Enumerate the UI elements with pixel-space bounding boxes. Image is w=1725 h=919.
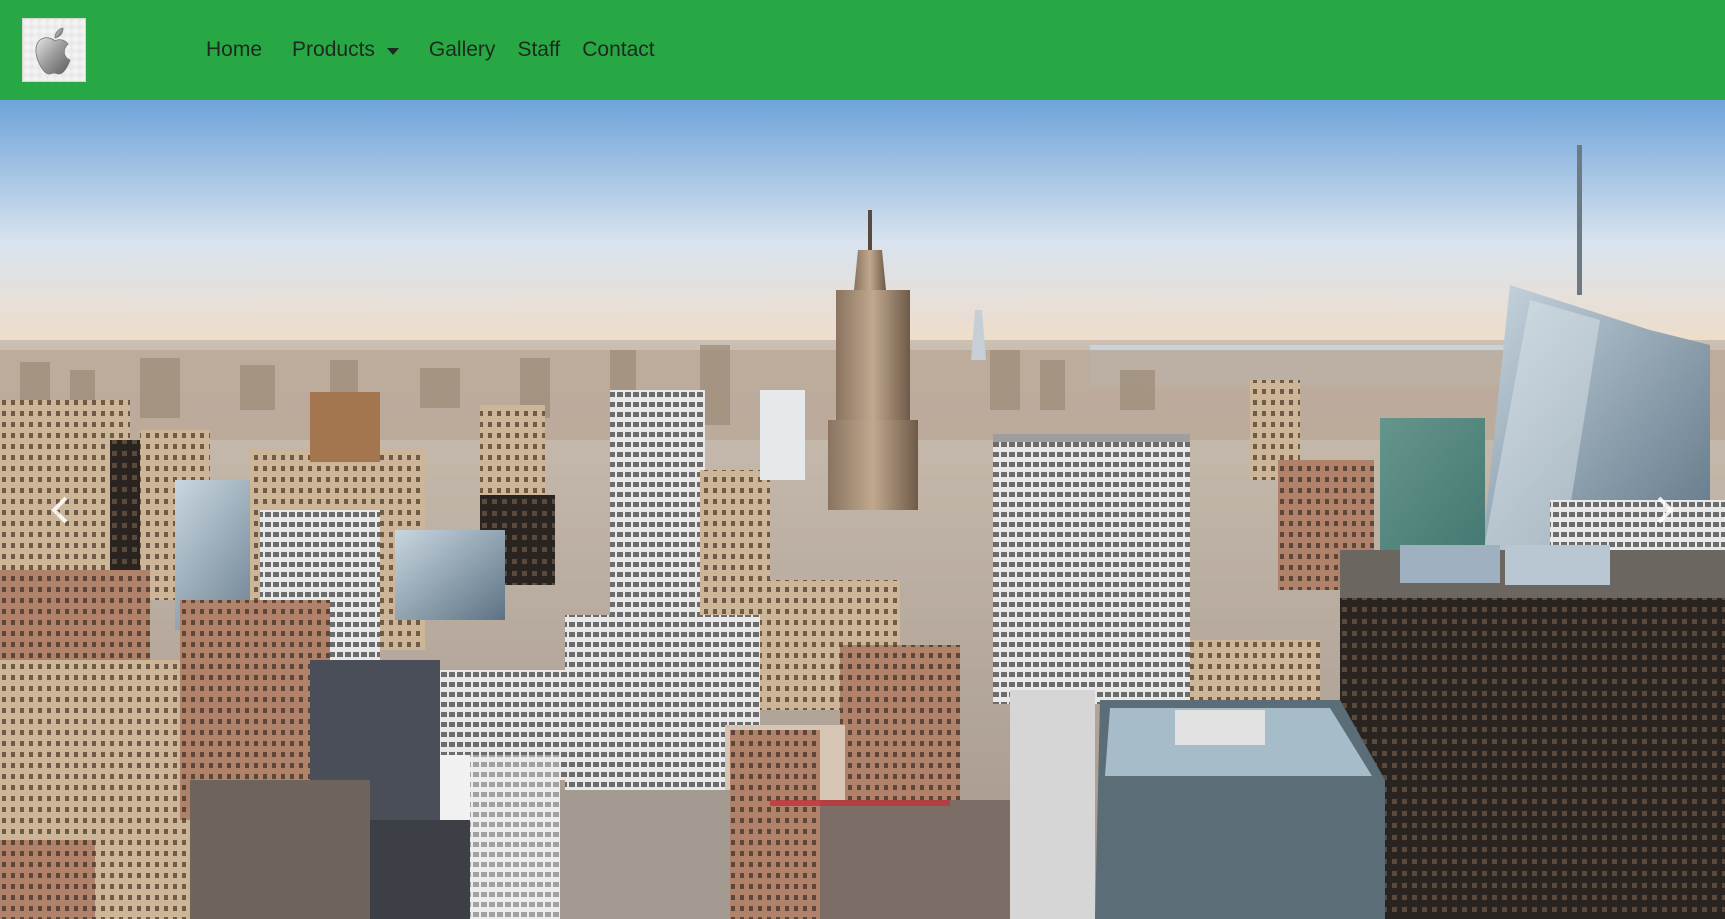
nav-gallery-label: Gallery [428,38,496,61]
chevron-left-icon [51,496,68,523]
nav-contact[interactable]: Contact [582,38,654,62]
nav-gallery[interactable]: Gallery [429,38,496,62]
nav-products-label: Products [292,38,375,61]
nav-home-label: Home [206,38,263,61]
nav-staff[interactable]: Staff [517,38,560,62]
nav-contact-label: Contact [582,38,655,61]
city-skyline-image [0,100,1725,919]
chevron-right-icon [1657,496,1674,523]
nav-links: Home Products Gallery Staff Contact [206,0,677,100]
brand-logo[interactable] [22,18,86,82]
apple-icon [35,27,71,75]
navbar: Home Products Gallery Staff Contact [0,0,1725,100]
nav-products-dropdown[interactable]: Products [292,38,399,62]
carousel-next-control[interactable] [1605,100,1725,919]
nav-home[interactable]: Home [206,38,262,62]
carousel-prev-control[interactable] [0,100,120,919]
nav-staff-label: Staff [517,38,561,61]
hero-carousel [0,100,1725,919]
caret-down-icon [386,47,399,55]
